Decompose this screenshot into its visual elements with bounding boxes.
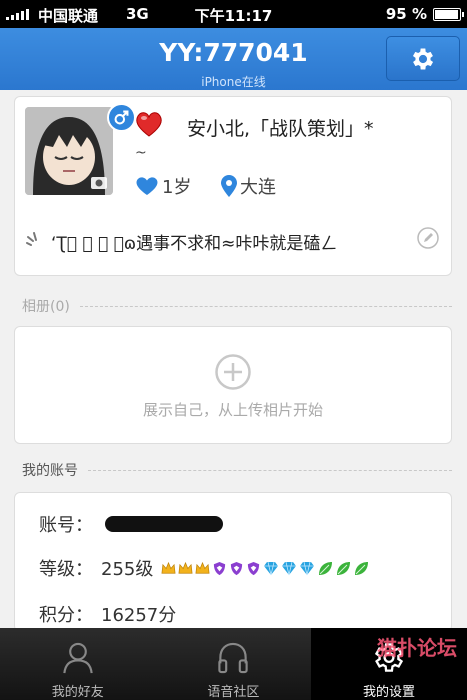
album-title: 相册(0)	[22, 299, 70, 315]
points-value: 16257分	[101, 605, 177, 626]
age-info: 1岁	[135, 173, 191, 199]
male-icon	[107, 103, 136, 132]
settings-button[interactable]	[386, 36, 460, 81]
crown-badge-icon	[195, 561, 210, 576]
headphones-icon	[218, 642, 249, 674]
avatar[interactable]	[25, 107, 113, 195]
account-header: 我的账号	[22, 460, 452, 480]
account-label: 账号：	[39, 515, 93, 536]
leaf-badge-icon	[335, 561, 351, 576]
location-pin-icon	[221, 175, 237, 197]
tab-voice-community[interactable]: 语音社区	[156, 628, 312, 700]
shield-badge-icon	[229, 561, 244, 576]
crown-badge-icon	[161, 561, 176, 576]
points-label: 积分：	[39, 605, 93, 626]
diamond-badge-icon	[281, 561, 297, 576]
edit-icon[interactable]	[417, 227, 439, 249]
leaf-badge-icon	[317, 561, 333, 576]
tab-friends[interactable]: 我的好友	[0, 628, 156, 700]
nav-bar: YY:777041 iPhone在线	[0, 28, 467, 90]
shield-badge-icon	[212, 561, 227, 576]
album-empty-tip: 展示自己，从上传相片开始	[142, 401, 323, 419]
album-card[interactable]: 展示自己，从上传相片开始	[14, 326, 452, 444]
tab-label: 语音社区	[207, 685, 260, 700]
tab-label: 我的设置	[362, 685, 415, 700]
nickname: 安小北,「战队策划」*	[187, 118, 374, 140]
shield-badge-icon	[246, 561, 261, 576]
account-card: 账号： 等级： 255级 积分： 16257分	[14, 492, 452, 632]
heart-age-icon	[136, 177, 158, 195]
crown-badge-icon	[178, 561, 193, 576]
leaf-badge-icon	[353, 561, 369, 576]
person-icon	[63, 642, 93, 674]
heart-icon	[136, 112, 162, 137]
points-row: 积分： 16257分	[39, 601, 176, 627]
tab-label: 我的好友	[51, 685, 104, 700]
level-row: 等级： 255级	[39, 555, 369, 581]
age-value: 1岁	[162, 177, 192, 198]
battery-icon	[433, 8, 464, 21]
account-title: 我的账号	[22, 463, 78, 479]
divider	[88, 469, 452, 471]
gear-icon	[412, 48, 434, 69]
level-badges	[161, 561, 369, 576]
signature-icon	[26, 232, 37, 246]
account-redacted	[105, 516, 223, 532]
divider	[79, 305, 452, 307]
location-value: 大连	[240, 177, 276, 198]
signature-text: ʻƮ⃣ ⃣ ⃣ ⃣ɷ遇事不求和≈咔咔就是磕ㄥ	[51, 234, 338, 254]
add-photo-icon[interactable]	[215, 354, 251, 390]
account-row: 账号：	[39, 511, 223, 537]
battery-percent: 95 %	[385, 5, 427, 23]
location-info: 大连	[221, 173, 276, 199]
watermark: 猫扑论坛	[377, 636, 457, 660]
level-value: 255级	[101, 559, 154, 580]
album-header: 相册(0)	[22, 296, 452, 316]
diamond-badge-icon	[299, 561, 315, 576]
diamond-badge-icon	[263, 561, 279, 576]
profile-card: 安小北,「战队策划」* ~ 1岁 大连 ʻƮ⃣ ⃣ ⃣ ⃣ɷ遇事不求和≈咔咔就是…	[14, 96, 452, 276]
level-label: 等级：	[39, 559, 93, 580]
nickname-tail: ~	[135, 145, 147, 161]
status-bar: 中国联通 3G 下午11:17 95 %	[0, 0, 467, 28]
avatar-image	[25, 107, 113, 195]
